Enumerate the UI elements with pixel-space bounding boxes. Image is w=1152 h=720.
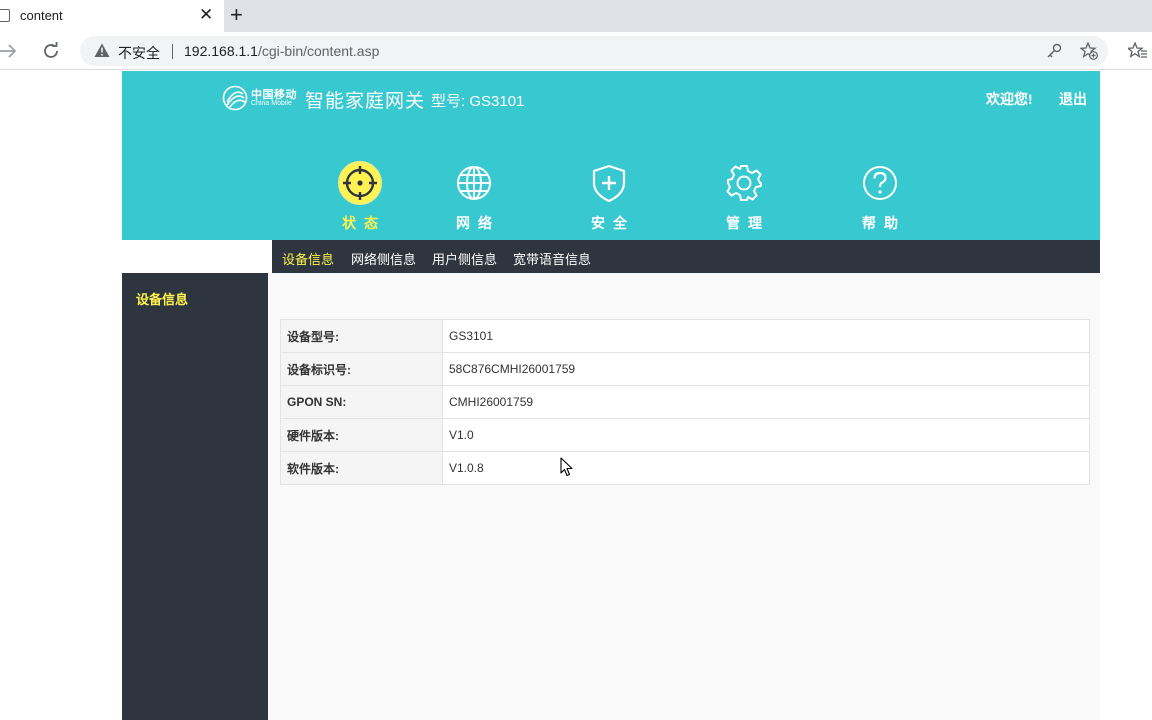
subnav-broadband-voice-info[interactable]: 宽带语音信息 — [513, 249, 591, 268]
device-info-table: 设备型号: GS3101 设备标识号: 58C876CMHI26001759 G… — [280, 319, 1090, 485]
nav-status-label: 状态 — [342, 215, 386, 231]
add-favorite-icon[interactable] — [1080, 42, 1098, 60]
address-bar[interactable]: 不安全 192.168.1.1/cgi-bin/content.asp — [80, 36, 1108, 66]
page-header: 中国移动 China Mobile 智能家庭网关 型号: GS3101 欢迎您!… — [122, 71, 1100, 240]
browser-toolbar: 不安全 192.168.1.1/cgi-bin/content.asp — [0, 32, 1152, 70]
device-id-label: 设备标识号: — [280, 352, 443, 386]
url-host: 192.168.1.1 — [184, 43, 258, 59]
table-row: 硬件版本: V1.0 — [280, 418, 1090, 452]
hardware-version-label: 硬件版本: — [280, 418, 443, 452]
logout-link[interactable]: 退出 — [1059, 89, 1087, 109]
nav-network-label: 网络 — [456, 215, 500, 231]
welcome-text: 欢迎您! — [986, 91, 1033, 107]
page-icon — [0, 9, 10, 22]
software-version-value: V1.0.8 — [442, 451, 1090, 485]
device-id-value: 58C876CMHI26001759 — [442, 352, 1090, 386]
globe-icon — [457, 166, 491, 200]
url-text[interactable]: 192.168.1.1/cgi-bin/content.asp — [184, 43, 379, 59]
key-icon[interactable] — [1046, 43, 1062, 59]
software-version-label: 软件版本: — [280, 451, 443, 485]
insecure-label: 不安全 — [118, 45, 160, 61]
model-label: 型号: GS3101 — [431, 93, 525, 110]
router-page: 中国移动 China Mobile 智能家庭网关 型号: GS3101 欢迎您!… — [122, 71, 1100, 720]
divider — [172, 44, 173, 59]
gpon-sn-label: GPON SN: — [280, 385, 443, 419]
reload-icon[interactable] — [42, 42, 60, 60]
sidebar-item-device-info[interactable]: 设备信息 — [136, 289, 188, 308]
sub-nav: 设备信息 网络侧信息 用户侧信息 宽带语音信息 — [272, 240, 1100, 273]
browser-tab-bar: content ✕ + — [0, 0, 1152, 32]
nav-network[interactable]: 网络 — [434, 161, 514, 233]
nav-help[interactable]: 帮助 — [840, 161, 920, 233]
gear-icon — [726, 165, 762, 201]
nav-status[interactable]: 状态 — [320, 161, 400, 233]
sidebar: 设备信息 — [122, 273, 268, 720]
nav-management[interactable]: 管理 — [704, 161, 784, 233]
url-path: /cgi-bin/content.asp — [257, 43, 380, 59]
table-row: 设备型号: GS3101 — [280, 319, 1090, 353]
nav-help-label: 帮助 — [862, 215, 906, 231]
nav-management-label: 管理 — [726, 215, 770, 231]
subnav-device-info[interactable]: 设备信息 — [282, 249, 334, 268]
browser-tab[interactable]: content ✕ — [0, 0, 224, 32]
table-row: 设备标识号: 58C876CMHI26001759 — [280, 352, 1090, 386]
table-row: 软件版本: V1.0.8 — [280, 451, 1090, 485]
favorites-icon[interactable] — [1128, 42, 1148, 60]
help-icon — [863, 166, 897, 200]
content-area: 设备型号: GS3101 设备标识号: 58C876CMHI26001759 G… — [268, 273, 1100, 720]
tab-title: content — [20, 8, 63, 23]
nav-security-label: 安全 — [591, 215, 635, 231]
warning-icon[interactable] — [94, 43, 110, 58]
forward-icon[interactable] — [0, 43, 18, 59]
logo-text-en: China Mobile — [251, 100, 292, 107]
subnav-user-side-info[interactable]: 用户侧信息 — [432, 249, 497, 268]
device-model-value: GS3101 — [442, 319, 1090, 353]
table-row: GPON SN: CMHI26001759 — [280, 385, 1090, 419]
shield-icon — [592, 164, 626, 203]
close-icon[interactable]: ✕ — [199, 5, 213, 25]
product-name: 智能家庭网关 — [305, 91, 426, 112]
gpon-sn-value: CMHI26001759 — [442, 385, 1090, 419]
china-mobile-logo-icon — [222, 85, 248, 111]
mouse-cursor-icon — [560, 457, 573, 477]
new-tab-icon[interactable]: + — [230, 2, 243, 28]
hardware-version-value: V1.0 — [442, 418, 1090, 452]
nav-security[interactable]: 安全 — [569, 161, 649, 233]
target-icon — [338, 161, 382, 205]
device-model-label: 设备型号: — [280, 319, 443, 353]
subnav-network-side-info[interactable]: 网络侧信息 — [351, 249, 416, 268]
